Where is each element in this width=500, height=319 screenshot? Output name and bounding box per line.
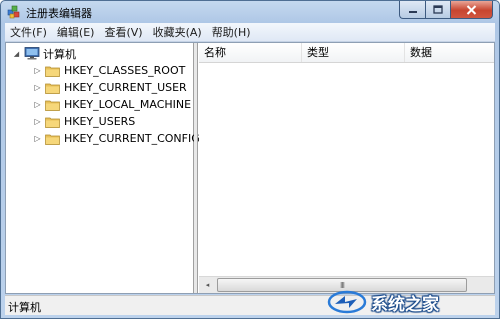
watermark-logo-icon	[327, 290, 367, 314]
collapse-arrow-icon[interactable]: ◢	[12, 49, 21, 58]
expand-arrow-icon[interactable]: ▷	[33, 117, 42, 126]
tree-item-label: HKEY_LOCAL_MACHINE	[64, 98, 192, 111]
column-name[interactable]: 名称	[199, 43, 302, 62]
tree-item-label: HKEY_CLASSES_ROOT	[64, 64, 186, 77]
expand-arrow-icon[interactable]: ▷	[33, 134, 42, 143]
expand-arrow-icon[interactable]: ▷	[33, 83, 42, 92]
status-path: 计算机	[8, 301, 41, 314]
minimize-icon	[408, 10, 417, 13]
expand-arrow-icon[interactable]: ▷	[33, 66, 42, 75]
folder-icon	[45, 66, 60, 77]
tree-item-computer[interactable]: ◢ 计算机	[12, 45, 76, 62]
folder-icon	[45, 117, 60, 128]
registry-tree[interactable]: ◢ 计算机 ▷ HKEY_CLASSES_ROOT ▷ HKEY_CURRENT…	[6, 43, 200, 293]
folder-icon	[45, 83, 60, 94]
window-title: 注册表编辑器	[26, 7, 92, 20]
registry-editor-icon	[7, 5, 20, 19]
caption-buttons	[399, 1, 493, 19]
tree-item-hkey-users[interactable]: ▷ HKEY_USERS	[33, 113, 135, 130]
folder-icon	[45, 100, 60, 111]
tree-item-hkey-local-machine[interactable]: ▷ HKEY_LOCAL_MACHINE	[33, 96, 191, 113]
menu-favorites[interactable]: 收藏夹(A)	[148, 23, 207, 42]
menu-edit[interactable]: 编辑(E)	[52, 23, 100, 42]
menu-help[interactable]: 帮助(H)	[207, 23, 256, 42]
pane-splitter[interactable]	[194, 43, 198, 293]
tree-item-label: HKEY_CURRENT_USER	[64, 81, 187, 94]
maximize-icon	[433, 5, 443, 14]
watermark: 系统之家	[327, 288, 497, 316]
column-data[interactable]: 数据	[405, 43, 494, 62]
expand-arrow-icon[interactable]: ▷	[33, 100, 42, 109]
values-list[interactable]: 名称 类型 数据 ◂ III	[199, 43, 494, 293]
tree-item-hkey-classes-root[interactable]: ▷ HKEY_CLASSES_ROOT	[33, 62, 185, 79]
tree-item-label: 计算机	[43, 47, 76, 61]
minimize-button[interactable]	[399, 1, 425, 19]
menu-bar: 文件(F) 编辑(E) 查看(V) 收藏夹(A) 帮助(H)	[5, 23, 495, 42]
title-bar[interactable]: 注册表编辑器	[1, 1, 499, 23]
registry-editor-window: 注册表编辑器 文件(F) 编辑(E) 查看(V) 收藏夹(A) 帮助(H) ◢	[0, 0, 500, 319]
client-area: ◢ 计算机 ▷ HKEY_CLASSES_ROOT ▷ HKEY_CURRENT…	[5, 42, 495, 294]
tree-item-label: HKEY_USERS	[64, 115, 136, 128]
menu-file[interactable]: 文件(F)	[5, 23, 52, 42]
column-type[interactable]: 类型	[302, 43, 405, 62]
maximize-button[interactable]	[425, 1, 450, 19]
scroll-left-icon[interactable]: ◂	[199, 277, 216, 293]
computer-icon	[24, 47, 40, 60]
watermark-text: 系统之家	[371, 294, 439, 315]
close-icon	[466, 4, 477, 15]
tree-item-label: HKEY_CURRENT_CONFIG	[64, 132, 200, 145]
list-header: 名称 类型 数据	[199, 43, 494, 63]
close-button[interactable]	[450, 1, 493, 19]
tree-item-hkey-current-config[interactable]: ▷ HKEY_CURRENT_CONFIG	[33, 130, 200, 147]
tree-item-hkey-current-user[interactable]: ▷ HKEY_CURRENT_USER	[33, 79, 187, 96]
menu-view[interactable]: 查看(V)	[99, 23, 147, 42]
folder-icon	[45, 134, 60, 145]
